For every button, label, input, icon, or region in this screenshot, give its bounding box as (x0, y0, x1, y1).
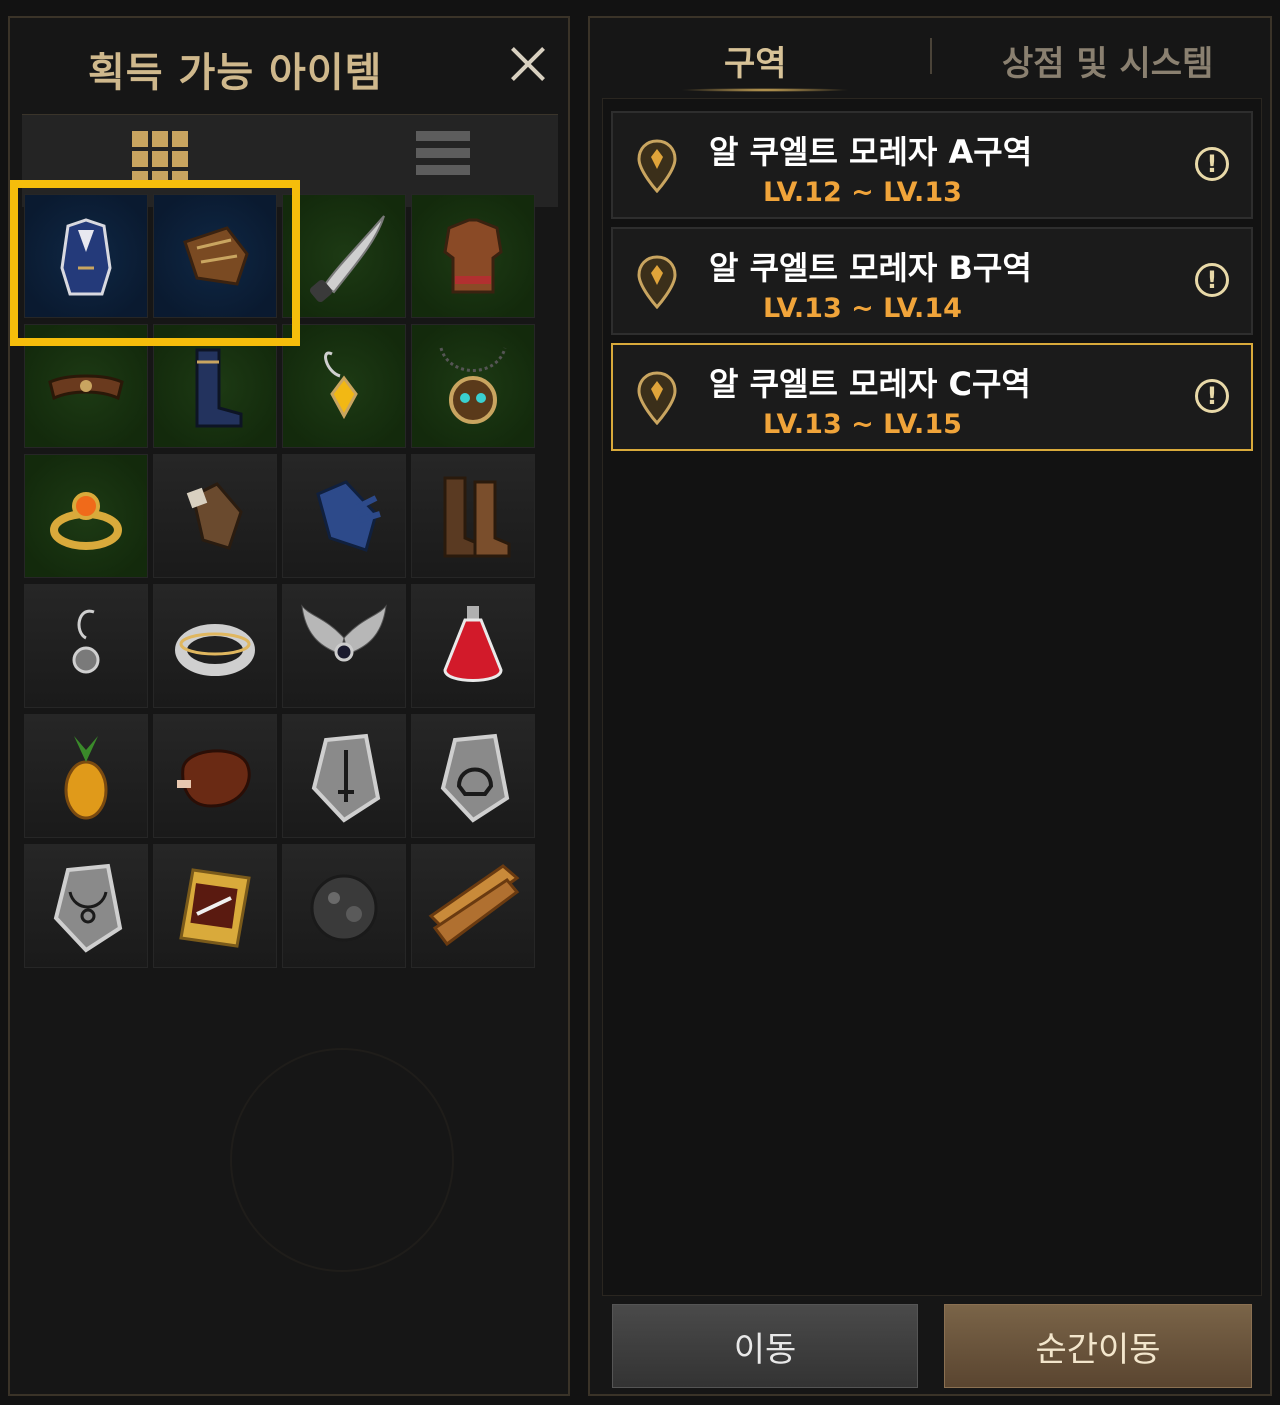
item-slot-helmet-rune-stone[interactable] (411, 714, 535, 838)
zone-list: 알 쿠엘트 모레자 A구역 LV.12 ~ LV.13 ! 알 쿠엘트 모레자 … (602, 98, 1262, 1296)
item-slot-pineapple[interactable] (24, 714, 148, 838)
info-icon[interactable]: ! (1195, 379, 1229, 413)
item-slot-blue-gloves[interactable] (282, 454, 406, 578)
wood-plank-icon (428, 864, 520, 947)
location-pin-icon (637, 139, 677, 193)
roasted-meat-icon (177, 749, 251, 808)
zone-level: LV.13 ~ LV.15 (763, 409, 962, 440)
zone-name: 알 쿠엘트 모레자 C구역 (709, 365, 1031, 403)
item-slot-gem-necklace[interactable] (411, 324, 535, 448)
silver-earring-icon (72, 609, 100, 674)
red-potion-icon (443, 606, 503, 682)
item-slot-gold-ring[interactable] (24, 454, 148, 578)
item-slot-red-potion[interactable] (411, 584, 535, 708)
zone-panel: 구역 상점 및 시스템 알 쿠엘트 모레자 A구역 LV.12 ~ LV.13 … (588, 16, 1272, 1396)
item-slot-skill-scroll[interactable] (153, 844, 277, 968)
item-slot-curved-dagger[interactable] (282, 194, 406, 318)
tab-zone[interactable]: 구역 (724, 36, 787, 85)
background-emblem (230, 1048, 454, 1272)
item-slot-sword-rune-stone[interactable] (282, 714, 406, 838)
blue-gloves-icon (316, 480, 381, 552)
item-slot-leather-gauntlet[interactable] (153, 194, 277, 318)
helmet-rune-stone-icon (440, 733, 510, 823)
teleport-button[interactable]: 순간이동 (944, 1304, 1252, 1388)
gem-necklace-icon (439, 347, 507, 424)
blue-boots-icon (195, 348, 243, 428)
zone-item-a[interactable]: 알 쿠엘트 모레자 A구역 LV.12 ~ LV.13 ! (611, 111, 1253, 219)
leather-gauntlet-icon (183, 226, 249, 286)
panel-title: 획득 가능 아이템 (88, 50, 383, 96)
leather-armor-icon (443, 218, 503, 294)
info-icon[interactable]: ! (1195, 263, 1229, 297)
zone-item-c[interactable]: 알 쿠엘트 모레자 C구역 LV.13 ~ LV.15 ! (611, 343, 1253, 451)
close-icon[interactable] (506, 42, 550, 86)
item-slot-leather-belt[interactable] (24, 324, 148, 448)
item-slot-wood-plank[interactable] (411, 844, 535, 968)
item-slot-blue-boots[interactable] (153, 324, 277, 448)
zone-level: LV.12 ~ LV.13 (763, 177, 962, 208)
item-slot-black-ore[interactable] (282, 844, 406, 968)
location-pin-icon (637, 255, 677, 309)
zone-name: 알 쿠엘트 모레자 A구역 (709, 133, 1033, 171)
blue-coat-icon (60, 218, 112, 296)
gold-ring-icon (50, 492, 122, 550)
brown-boots-icon (443, 476, 511, 558)
curved-dagger-icon (309, 215, 385, 303)
yellow-gem-earring-icon (324, 351, 358, 420)
item-slot-silver-ring[interactable] (153, 584, 277, 708)
list-icon[interactable] (416, 131, 470, 183)
items-grid (24, 194, 538, 968)
grid-icon[interactable] (132, 131, 188, 187)
black-ore-icon (310, 874, 378, 942)
location-pin-icon (637, 371, 677, 425)
zone-item-b[interactable]: 알 쿠엘트 모레자 B구역 LV.13 ~ LV.14 ! (611, 227, 1253, 335)
item-slot-roasted-meat[interactable] (153, 714, 277, 838)
tab-shop-system[interactable]: 상점 및 시스템 (1002, 36, 1213, 85)
tab-divider (930, 38, 932, 74)
item-slot-yellow-gem-earring[interactable] (282, 324, 406, 448)
item-slot-blue-coat[interactable] (24, 194, 148, 318)
info-icon[interactable]: ! (1195, 147, 1229, 181)
item-slot-necklace-rune-stone[interactable] (24, 844, 148, 968)
sword-rune-stone-icon (311, 733, 381, 823)
necklace-rune-stone-icon (53, 863, 123, 953)
winged-necklace-icon (301, 604, 387, 662)
item-slot-winged-necklace[interactable] (282, 584, 406, 708)
move-button[interactable]: 이동 (612, 1304, 918, 1388)
skill-scroll-icon (179, 868, 251, 948)
leather-belt-icon (48, 374, 124, 401)
item-slot-brown-gloves[interactable] (153, 454, 277, 578)
brown-gloves-icon (186, 482, 243, 550)
zone-level: LV.13 ~ LV.14 (763, 293, 962, 324)
item-slot-leather-armor[interactable] (411, 194, 535, 318)
active-tab-glow (680, 88, 850, 92)
silver-ring-icon (175, 624, 255, 676)
pineapple-icon (64, 736, 108, 820)
item-slot-silver-earring[interactable] (24, 584, 148, 708)
item-slot-brown-boots[interactable] (411, 454, 535, 578)
zone-name: 알 쿠엘트 모레자 B구역 (709, 249, 1032, 287)
